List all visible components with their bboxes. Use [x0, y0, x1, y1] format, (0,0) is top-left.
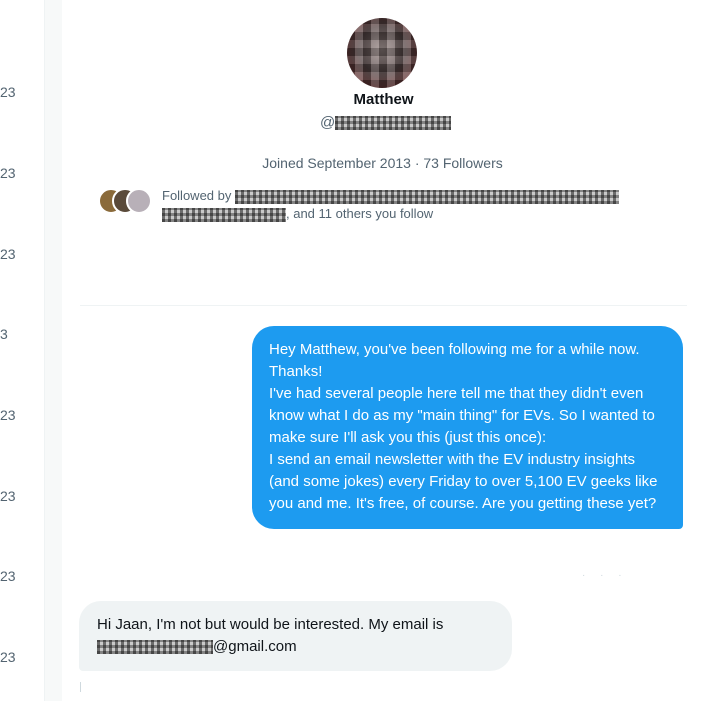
followed-by-suffix: , and 11 others you follow: [286, 206, 434, 221]
conversation-date: 23: [0, 84, 16, 100]
followed-by-prefix: Followed by: [162, 188, 235, 203]
conversation-date: 3: [0, 326, 8, 342]
conversation-date: 23: [0, 568, 16, 584]
joined-followers-text: Joined September 2013 · 73 Followers: [262, 155, 503, 171]
conversation-date: 23: [0, 246, 16, 262]
handle-prefix: @: [320, 114, 336, 131]
followed-by-text[interactable]: Followed by , and 11 others you follow: [162, 187, 652, 223]
conversation-date: 23: [0, 165, 16, 181]
incoming-message-text: Hi Jaan, I'm not but would be interested…: [97, 616, 444, 633]
redacted-names: [234, 189, 619, 204]
redacted-handle: [335, 116, 452, 131]
followed-by-avatars: [98, 188, 152, 214]
conversation-list-strip: 23 23 23 3 23 23 23 23: [0, 0, 44, 701]
conversation-panel: Matthew @ Joined September 2013 · 73 Fol…: [62, 0, 705, 701]
conversation-date: 23: [0, 407, 16, 423]
follower-avatar: [126, 188, 152, 214]
section-divider: [80, 305, 687, 306]
outgoing-message[interactable]: Hey Matthew, you've been following me fo…: [252, 326, 683, 529]
scroll-marker: [80, 682, 81, 692]
redacted-email: [97, 640, 213, 655]
redacted-names: [162, 207, 286, 222]
incoming-message-email-domain: @gmail.com: [213, 638, 297, 655]
profile-name[interactable]: Matthew: [62, 91, 705, 108]
profile-handle[interactable]: @: [320, 114, 452, 131]
profile-avatar[interactable]: [347, 18, 417, 88]
incoming-message[interactable]: Hi Jaan, I'm not but would be interested…: [79, 601, 512, 671]
panel-divider: [44, 0, 63, 701]
conversation-date: 23: [0, 488, 16, 504]
conversation-date: 23: [0, 649, 16, 665]
message-status-dots: · · ·: [582, 570, 628, 581]
